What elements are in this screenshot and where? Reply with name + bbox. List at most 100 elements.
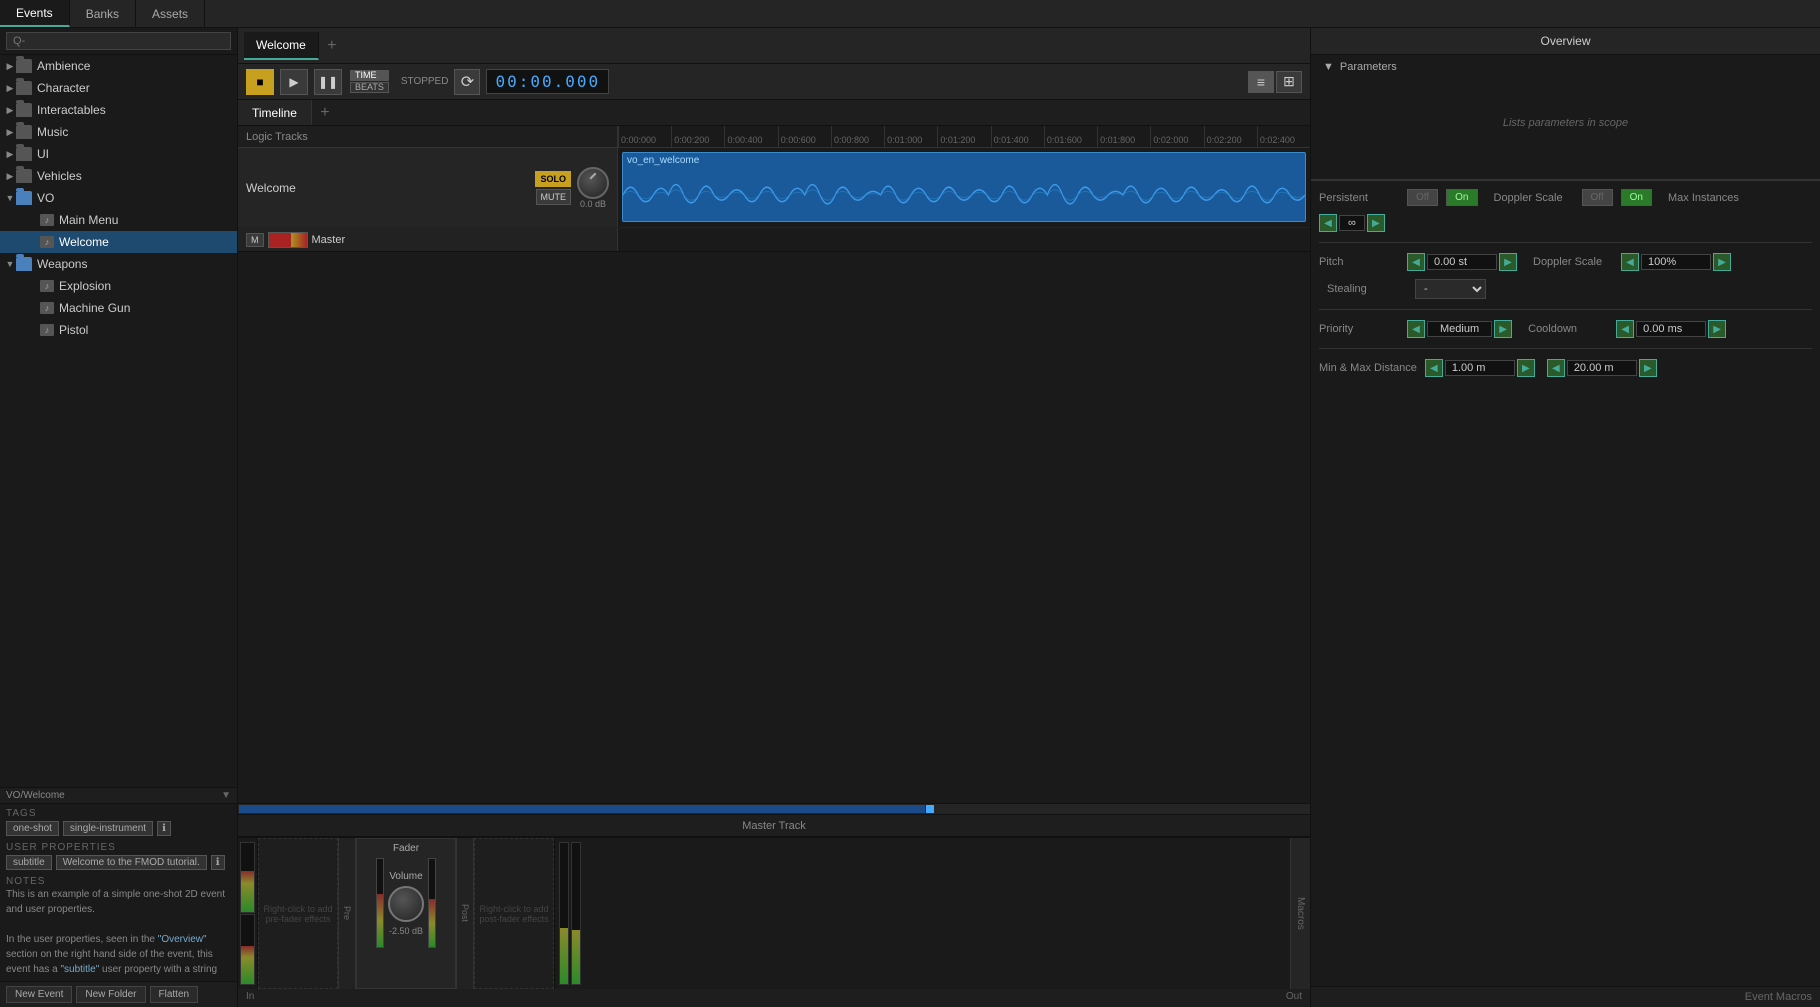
sidebar-item-ambience[interactable]: ▶ Ambience — [0, 55, 237, 77]
master-label-text: Master — [312, 234, 346, 246]
sidebar-item-explosion[interactable]: ♪ Explosion — [0, 275, 237, 297]
play-button[interactable]: ▶ — [280, 69, 308, 95]
view-grid-btn[interactable]: ⊞ — [1276, 71, 1302, 93]
loop-button[interactable]: ⟳ — [454, 69, 480, 95]
pause-button[interactable]: ❚❚ — [314, 69, 342, 95]
time-display: 00:00.000 — [486, 69, 609, 94]
cooldown-prev-btn[interactable]: ◀ — [1616, 320, 1634, 338]
sidebar-item-interactables[interactable]: ▶ Interactables — [0, 99, 237, 121]
time-mode-beats-btn[interactable]: BEATS — [350, 82, 389, 93]
new-folder-btn[interactable]: New Folder — [76, 986, 145, 1003]
cooldown-value[interactable] — [1636, 321, 1706, 337]
sidebar-item-vo[interactable]: ▼ VO — [0, 187, 237, 209]
arrow-icon: ▶ — [4, 171, 16, 182]
new-event-btn[interactable]: New Event — [6, 986, 72, 1003]
tab-assets[interactable]: Assets — [136, 0, 205, 27]
max-distance-prev-btn[interactable]: ◀ — [1547, 359, 1565, 377]
persistent-off-btn[interactable]: Off — [1407, 189, 1438, 206]
doppler-prev-btn[interactable]: ◀ — [1621, 253, 1639, 271]
max-distance-next-btn[interactable]: ▶ — [1639, 359, 1657, 377]
post-fader-placeholder[interactable]: Right-click to add post-fader effects — [474, 838, 554, 989]
sidebar-item-main-menu[interactable]: ♪ Main Menu — [0, 209, 237, 231]
macros-button[interactable]: Macros — [1290, 838, 1310, 989]
view-list-btn[interactable]: ≡ — [1248, 71, 1274, 93]
folder-icon-ambience — [16, 59, 32, 73]
arrow-icon: ▶ — [4, 83, 16, 94]
flatten-btn[interactable]: Flatten — [150, 986, 199, 1003]
sidebar-item-music[interactable]: ▶ Music — [0, 121, 237, 143]
sidebar-item-welcome[interactable]: ♪ Welcome — [0, 231, 237, 253]
min-distance-value[interactable] — [1445, 360, 1515, 376]
sidebar-item-label: Character — [37, 81, 233, 95]
tab-events[interactable]: Events — [0, 0, 70, 27]
track-label-welcome: Welcome SOLO MUTE 0.0 dB — [238, 148, 618, 227]
sidebar-item-weapons[interactable]: ▼ Weapons — [0, 253, 237, 275]
max-distance-value[interactable] — [1567, 360, 1637, 376]
tag-edit-btn[interactable]: ℹ — [157, 821, 171, 836]
sidebar-item-vehicles[interactable]: ▶ Vehicles — [0, 165, 237, 187]
cooldown-next-btn[interactable]: ▶ — [1708, 320, 1726, 338]
progress-fill — [239, 805, 925, 813]
master-meter — [268, 232, 308, 248]
timeline-ruler[interactable]: 0:00:000 0:00:200 0:00:400 0:00:600 0:00… — [618, 126, 1310, 147]
doppler-off-btn[interactable]: Off — [1582, 189, 1613, 206]
sidebar-item-label: Explosion — [59, 279, 233, 293]
breadcrumb-chevron-icon: ▼ — [221, 790, 231, 801]
priority-prev-btn[interactable]: ◀ — [1407, 320, 1425, 338]
audio-clip[interactable]: vo_en_welcome — [622, 152, 1306, 222]
editor-tab-welcome[interactable]: Welcome — [244, 32, 319, 60]
solo-button[interactable]: SOLO — [535, 171, 571, 187]
min-distance-next-btn[interactable]: ▶ — [1517, 359, 1535, 377]
add-tab-button[interactable]: + — [319, 32, 345, 60]
parameters-label: Parameters — [1340, 61, 1397, 73]
sidebar-item-label: Interactables — [37, 103, 233, 117]
track-content-welcome[interactable]: vo_en_welcome — [618, 148, 1310, 227]
priority-label-row: Priority — [1319, 323, 1399, 335]
sidebar-item-pistol[interactable]: ♪ Pistol — [0, 319, 237, 341]
sidebar-item-label: Machine Gun — [59, 301, 233, 315]
priority-next-btn[interactable]: ▶ — [1494, 320, 1512, 338]
arrow-icon: ▶ — [4, 127, 16, 138]
time-mode-time-btn[interactable]: TIME — [350, 70, 389, 81]
user-prop-edit-btn[interactable]: ℹ — [211, 855, 225, 870]
subtitle-value: Welcome to the FMOD tutorial. — [56, 855, 207, 870]
sidebar-item-machine-gun[interactable]: ♪ Machine Gun — [0, 297, 237, 319]
search-input[interactable] — [6, 32, 231, 50]
chevron-down-icon: ▼ — [1323, 61, 1334, 73]
event-icon-pistol: ♪ — [40, 324, 54, 336]
waveform — [623, 169, 1305, 221]
max-instances-next-btn[interactable]: ▶ — [1367, 214, 1385, 232]
tab-timeline[interactable]: Timeline — [238, 100, 312, 125]
sidebar-item-ui[interactable]: ▶ UI — [0, 143, 237, 165]
persistent-on-btn[interactable]: On — [1446, 189, 1477, 206]
arrow-icon: ▼ — [4, 193, 16, 203]
add-editor-tab-btn[interactable]: + — [312, 100, 338, 125]
arrow-icon: ▶ — [4, 105, 16, 116]
event-icon-welcome: ♪ — [40, 236, 54, 248]
mute-button[interactable]: MUTE — [536, 189, 572, 205]
master-m-button[interactable]: M — [246, 233, 264, 247]
timeline-scrollbar[interactable] — [238, 803, 1310, 815]
mixer-area: Right-click to add pre-fader effects Pre… — [238, 837, 1310, 1007]
stealing-dropdown[interactable]: - Oldest Quietest Furthest — [1415, 279, 1486, 299]
volume-db-mixer: -2.50 dB — [389, 926, 423, 936]
timeline-empty[interactable] — [238, 252, 1310, 803]
pitch-value[interactable] — [1427, 254, 1497, 270]
doppler-value[interactable] — [1641, 254, 1711, 270]
sidebar-item-label: Pistol — [59, 323, 233, 337]
max-instances-label: Max Instances — [1668, 192, 1748, 204]
pitch-next-btn[interactable]: ▶ — [1499, 253, 1517, 271]
pre-fader-placeholder[interactable]: Right-click to add pre-fader effects — [258, 838, 338, 989]
tag-single-instrument: single-instrument — [63, 821, 153, 836]
min-distance-prev-btn[interactable]: ◀ — [1425, 359, 1443, 377]
tab-banks[interactable]: Banks — [70, 0, 136, 27]
doppler-on-btn[interactable]: On — [1621, 189, 1652, 206]
volume-knob[interactable] — [577, 167, 609, 199]
pitch-prev-btn[interactable]: ◀ — [1407, 253, 1425, 271]
max-instances-prev-btn[interactable]: ◀ — [1319, 214, 1337, 232]
stop-button[interactable]: ■ — [246, 69, 274, 95]
doppler-next-btn[interactable]: ▶ — [1713, 253, 1731, 271]
fader-knob[interactable] — [388, 886, 424, 922]
parameters-toggle[interactable]: ▼ Parameters — [1323, 61, 1808, 73]
sidebar-item-character[interactable]: ▶ Character — [0, 77, 237, 99]
